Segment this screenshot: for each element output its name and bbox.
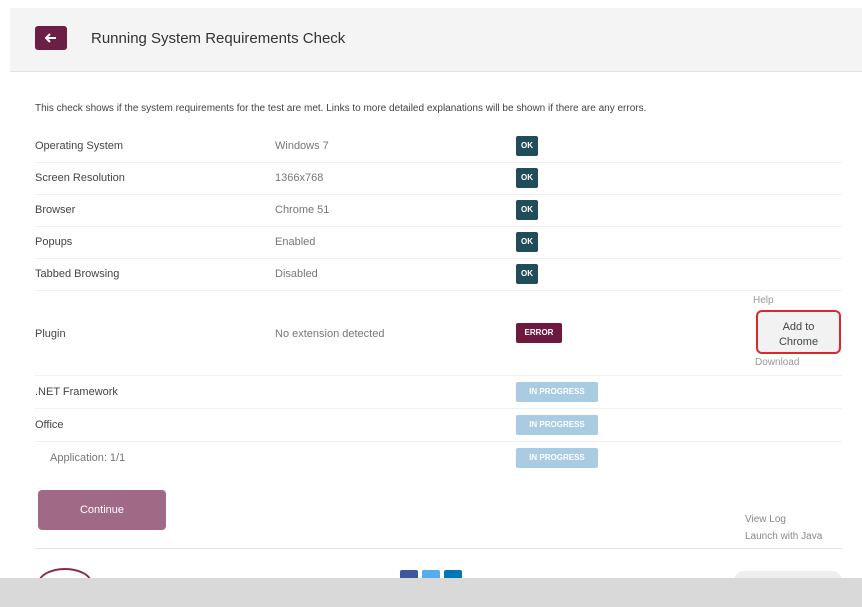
launch-with-java-link[interactable]: Launch with Java xyxy=(745,531,822,542)
status-badge-ok: OK xyxy=(516,264,538,284)
requirement-label: Plugin xyxy=(35,328,66,340)
requirement-label: Tabbed Browsing xyxy=(35,268,120,280)
continue-button[interactable]: Continue xyxy=(38,490,166,530)
requirement-label: Operating System xyxy=(35,140,124,152)
add-to-chrome-label-line1: Add to xyxy=(782,320,815,333)
add-to-chrome-button[interactable]: Add to Chrome xyxy=(756,310,841,354)
requirement-row-application: Application: 1/1 IN PROGRESS xyxy=(35,445,842,475)
requirement-label: .NET Framework xyxy=(35,386,118,398)
bottom-bar xyxy=(0,578,862,607)
status-badge-in-progress: IN PROGRESS xyxy=(516,415,598,435)
back-button[interactable] xyxy=(35,26,67,50)
requirement-label: Application: 1/1 xyxy=(50,452,126,464)
requirement-value: No extension detected xyxy=(275,328,385,340)
requirement-value: Chrome 51 xyxy=(275,204,330,216)
intro-text: This check shows if the system requireme… xyxy=(35,103,647,114)
requirement-row-tabbed-browsing: Tabbed Browsing Disabled OK xyxy=(35,262,842,291)
requirement-row-os: Operating System Windows 7 OK xyxy=(35,134,842,163)
help-link[interactable]: Help xyxy=(753,295,774,306)
status-badge-ok: OK xyxy=(516,232,538,252)
requirement-row-office: Office IN PROGRESS xyxy=(35,412,842,442)
page-header: Running System Requirements Check xyxy=(10,8,862,72)
requirement-row-net-framework: .NET Framework IN PROGRESS xyxy=(35,379,842,409)
requirement-value: Enabled xyxy=(275,236,316,248)
status-badge-ok: OK xyxy=(516,168,538,188)
requirement-value: Windows 7 xyxy=(275,140,329,152)
requirement-value: Disabled xyxy=(275,268,318,280)
requirement-label: Browser xyxy=(35,204,76,216)
status-badge-in-progress: IN PROGRESS xyxy=(516,448,598,468)
requirement-label: Popups xyxy=(35,236,73,248)
view-log-link[interactable]: View Log xyxy=(745,514,786,525)
requirement-row-browser: Browser Chrome 51 OK xyxy=(35,198,842,227)
footer-divider xyxy=(35,548,842,549)
download-link[interactable]: Download xyxy=(755,357,799,368)
status-badge-error: ERROR xyxy=(516,323,562,343)
status-badge-ok: OK xyxy=(516,136,538,156)
status-badge-ok: OK xyxy=(516,200,538,220)
arrow-left-icon xyxy=(45,33,56,43)
requirement-row-plugin: Plugin No extension detected ERROR xyxy=(35,294,842,376)
status-badge-in-progress: IN PROGRESS xyxy=(516,382,598,402)
requirement-label: Screen Resolution xyxy=(35,172,125,184)
requirement-row-resolution: Screen Resolution 1366x768 OK xyxy=(35,166,842,195)
requirement-row-popups: Popups Enabled OK xyxy=(35,230,842,259)
add-to-chrome-label-line2: Chrome xyxy=(778,335,819,348)
requirement-value: 1366x768 xyxy=(275,172,324,184)
requirement-label: Office xyxy=(35,419,64,431)
page-title: Running System Requirements Check xyxy=(91,30,346,47)
